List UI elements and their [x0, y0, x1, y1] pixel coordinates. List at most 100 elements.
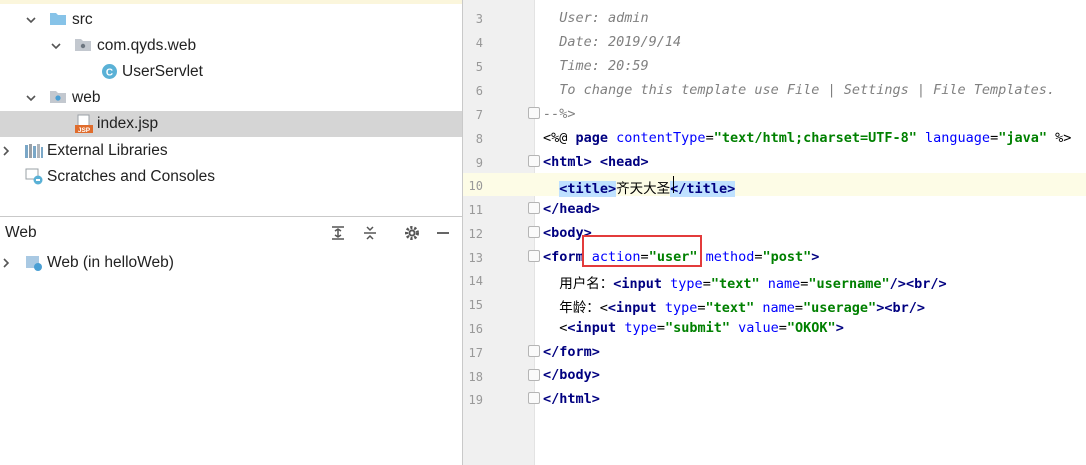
fold-marker[interactable] — [528, 250, 540, 262]
fold-marker[interactable] — [528, 392, 540, 404]
tree-item-package[interactable]: com.qyds.web — [0, 33, 462, 59]
expand-all-icon[interactable] — [329, 224, 347, 242]
attr-name: name — [759, 276, 801, 292]
fold-marker[interactable] — [528, 107, 540, 119]
attr-method: method — [697, 249, 755, 265]
project-panel: src com.qyds.web C UserServlet web JSP i… — [0, 0, 462, 465]
equals: = — [990, 130, 999, 146]
attr-name: type — [656, 300, 698, 316]
project-tree: src com.qyds.web C UserServlet web JSP i… — [0, 0, 462, 216]
minimize-icon[interactable] — [434, 224, 452, 242]
folder-icon — [49, 11, 67, 32]
tree-item-label: src — [72, 11, 93, 28]
line-number: 15 — [468, 298, 483, 312]
tag-title-close: </title> — [670, 181, 736, 197]
attr-value: "userage" — [803, 300, 877, 316]
title-text: 齐天大圣 — [616, 181, 671, 197]
attr-name: contentType — [616, 130, 706, 146]
attr-value: "OKOK" — [786, 320, 836, 336]
fold-marker[interactable] — [528, 369, 540, 381]
attr-value: "username" — [808, 276, 890, 292]
code-line-17: </form> — [543, 344, 600, 360]
code-line-14: 用户名：<input type="text" name="username"/>… — [543, 272, 947, 292]
fold-marker[interactable] — [528, 345, 540, 357]
collapse-all-icon[interactable] — [361, 224, 379, 242]
line-number: 17 — [468, 346, 483, 360]
java-class-icon: C — [101, 63, 118, 85]
attr-value: "submit" — [664, 320, 730, 336]
tag-end: > — [811, 249, 820, 265]
line-number: 5 — [475, 60, 483, 74]
chevron-down-icon[interactable] — [50, 40, 62, 52]
chevron-right-icon[interactable] — [0, 145, 12, 157]
jsp-file-icon: JSP — [74, 114, 94, 139]
code-line-11: </head> — [543, 201, 600, 217]
label-text: 年龄： — [559, 300, 600, 316]
tag-end: /> — [889, 276, 906, 292]
package-folder-icon — [74, 37, 92, 58]
line-number: 18 — [468, 370, 483, 384]
code-line-4: Date: 2019/9/14 — [543, 34, 682, 50]
fold-marker[interactable] — [528, 155, 540, 167]
tag-html: <html> — [543, 154, 592, 170]
attr-value: "text" — [710, 276, 760, 292]
code-line-5: Time: 20:59 — [543, 58, 649, 74]
code-line-7: --%> — [543, 106, 576, 122]
code-line-6: To change this template use File | Setti… — [543, 82, 1056, 98]
equals: = — [656, 320, 665, 336]
code-line-16: <<input type="submit" value="OKOK"> — [543, 320, 844, 336]
stray-bracket: < — [599, 300, 608, 316]
line-number: 8 — [475, 132, 483, 146]
attr-value: "text" — [705, 300, 755, 316]
highlight-box — [582, 235, 702, 267]
tree-item-label: web — [72, 89, 101, 106]
fold-marker[interactable] — [528, 226, 540, 238]
code-line-3: User: admin — [543, 10, 649, 26]
code-line-8: <%@ page contentType="text/html;charset=… — [543, 130, 1071, 146]
attr-name: type — [616, 320, 657, 336]
tree-item-label: UserServlet — [122, 63, 203, 80]
tree-item-src[interactable]: src — [0, 7, 462, 33]
fold-marker[interactable] — [528, 202, 540, 214]
tree-item-userservlet[interactable]: C UserServlet — [0, 59, 462, 85]
tag-form: <form — [543, 249, 584, 265]
tree-item-label: Scratches and Consoles — [47, 168, 216, 185]
attr-name: name — [754, 300, 795, 316]
tree-item-scratches[interactable]: Scratches and Consoles — [0, 164, 462, 190]
line-number: 6 — [475, 84, 483, 98]
directive-open: <%@ — [543, 130, 576, 146]
attr-name: language — [916, 130, 991, 146]
tree-item-external-libraries[interactable]: External Libraries — [0, 138, 462, 164]
line-number: 13 — [468, 251, 483, 265]
line-number: 16 — [468, 322, 483, 336]
tree-item-web[interactable]: web — [0, 85, 462, 111]
line-number: 19 — [468, 393, 483, 407]
tree-item-index-jsp[interactable]: JSP index.jsp — [0, 111, 462, 137]
equals: = — [778, 320, 787, 336]
line-number: 14 — [468, 274, 483, 288]
directive-name: page — [575, 130, 617, 146]
code-line-18: </body> — [543, 367, 600, 383]
tag-end: > — [835, 320, 844, 336]
web-module-icon — [25, 254, 43, 277]
svg-text:JSP: JSP — [78, 127, 91, 134]
chevron-down-icon[interactable] — [25, 14, 37, 26]
tag-br: <br/> — [905, 276, 947, 292]
code-line-15: 年龄：<<input type="text" name="userage"><b… — [543, 296, 925, 316]
tree-item-web-module[interactable]: Web (in helloWeb) — [0, 250, 462, 276]
line-number: 9 — [475, 156, 483, 170]
line-number: 7 — [475, 108, 483, 122]
equals: = — [702, 276, 711, 292]
attr-value: "post" — [762, 249, 812, 265]
tree-item-label: External Libraries — [47, 142, 168, 159]
line-number: 4 — [475, 36, 483, 50]
label-text: 用户名： — [559, 276, 614, 292]
gear-icon[interactable] — [403, 224, 421, 242]
line-number: 12 — [468, 227, 483, 241]
chevron-right-icon[interactable] — [0, 257, 12, 269]
chevron-down-icon[interactable] — [25, 92, 37, 104]
